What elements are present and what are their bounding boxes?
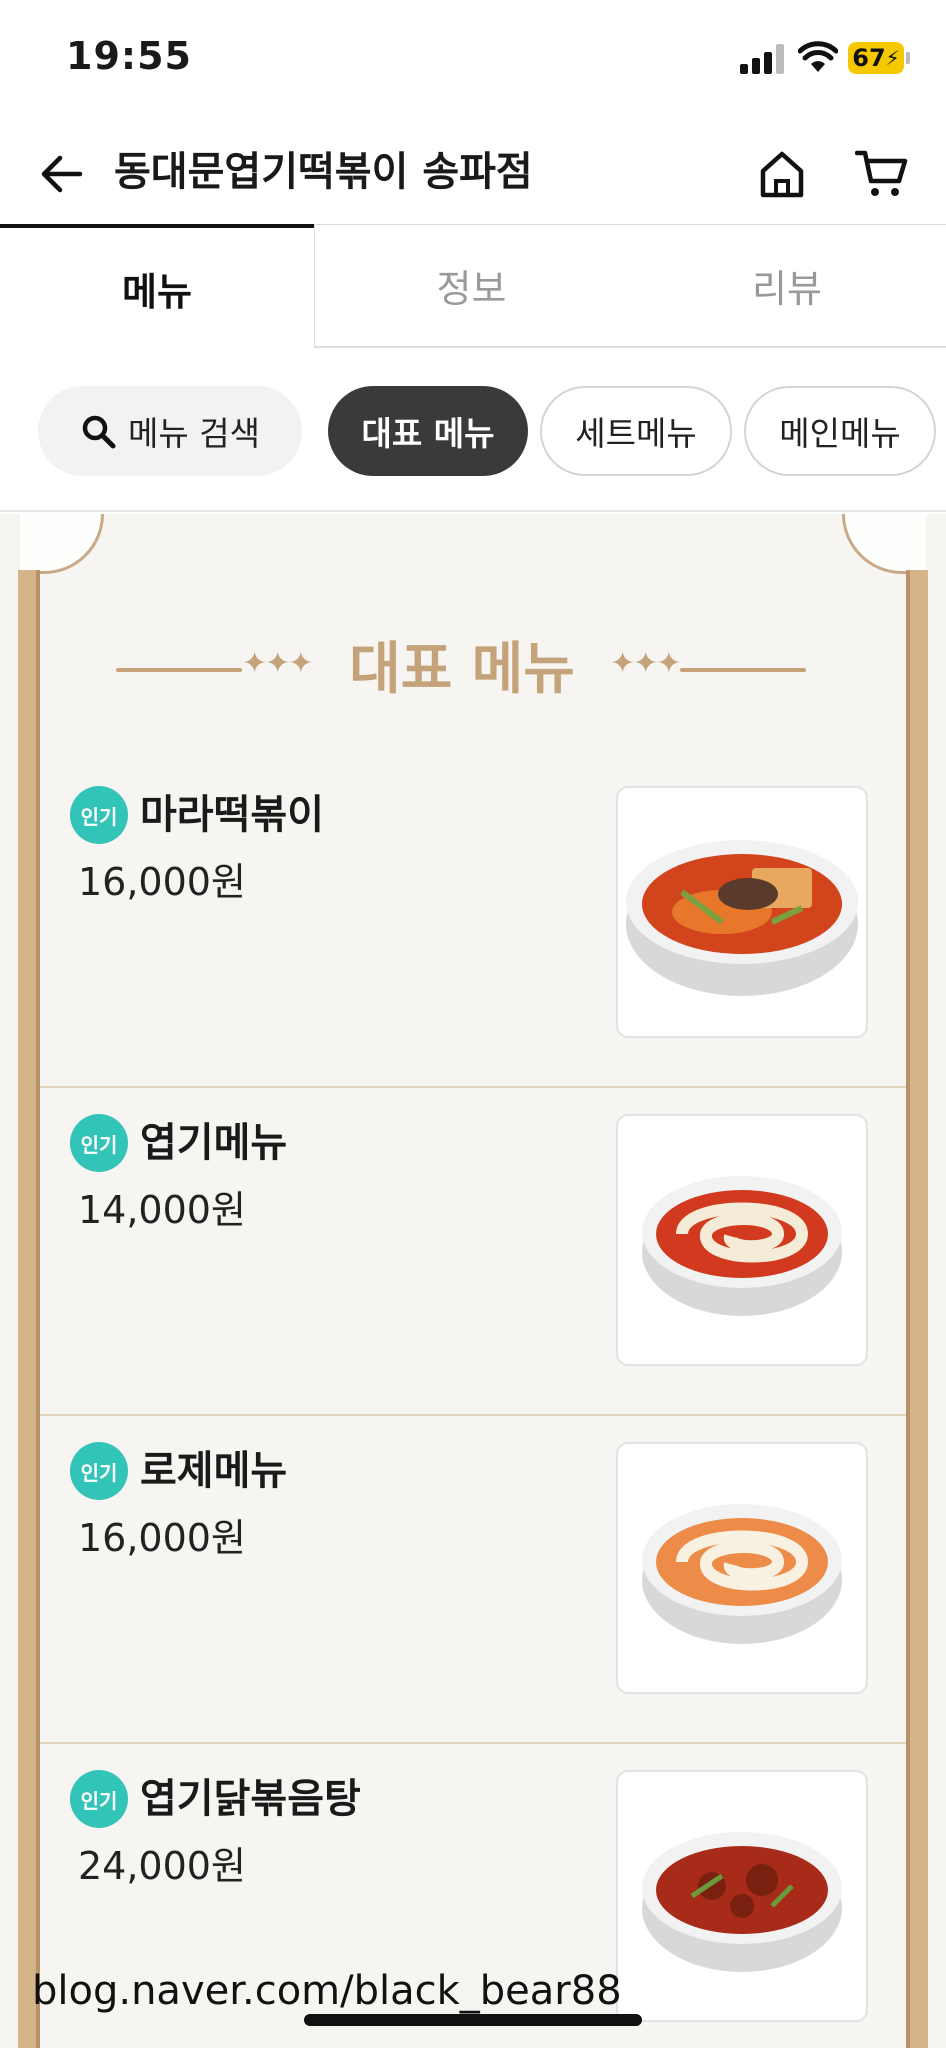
section-divider-left: [116, 668, 242, 672]
menu-search-label: 메뉴 검색: [128, 414, 260, 453]
board-frame-right: [906, 570, 928, 2048]
arrow-left-icon: [41, 155, 83, 193]
popular-badge: 인기: [70, 1770, 128, 1828]
category-chips: 메뉴 검색 대표 메뉴 세트메뉴 메인메뉴: [0, 348, 946, 512]
tab-bar: 메뉴 정보 리뷰: [0, 224, 946, 348]
home-indicator[interactable]: [304, 2014, 642, 2026]
food-bowl-image: [642, 1832, 842, 1972]
cart-icon: [855, 150, 908, 196]
search-icon: [82, 415, 116, 449]
menu-item-name: 로제메뉴: [140, 1448, 288, 1494]
chip-set-menu[interactable]: 세트메뉴: [540, 386, 732, 476]
menu-item-price: 14,000원: [78, 1188, 246, 1232]
food-bowl-image: [626, 840, 858, 996]
popular-badge: 인기: [70, 1442, 128, 1500]
menu-item-name: 엽기닭볶음탕: [140, 1776, 361, 1822]
menu-item-mala-tteokbokki[interactable]: 인기 마라떡볶이 16,000원: [40, 760, 906, 1088]
home-button[interactable]: [752, 144, 812, 204]
menu-item-name: 엽기메뉴: [140, 1120, 288, 1166]
cellular-signal-icon: [740, 44, 784, 74]
section-title: 대표 메뉴: [349, 637, 575, 702]
wifi-icon: [798, 41, 838, 72]
menu-item-yupgi-menu[interactable]: 인기 엽기메뉴 14,000원: [40, 1088, 906, 1416]
menu-search-button[interactable]: 메뉴 검색: [38, 386, 302, 476]
back-button[interactable]: [34, 146, 90, 202]
menu-item-price: 16,000원: [78, 1516, 246, 1560]
watermark-text: blog.naver.com/black_bear88: [32, 1968, 622, 2014]
status-bar: 19:55 67 ⚡: [0, 0, 946, 118]
cart-button[interactable]: [852, 144, 912, 204]
menu-item-photo[interactable]: [616, 1114, 868, 1366]
chip-main-menu[interactable]: 메인메뉴: [744, 386, 936, 476]
chip-representative-menu[interactable]: 대표 메뉴: [328, 386, 528, 476]
status-time: 19:55: [66, 34, 192, 78]
menu-item-name: 마라떡볶이: [140, 792, 324, 838]
menu-item-price: 24,000원: [78, 1844, 246, 1888]
menu-item-rose-menu[interactable]: 인기 로제메뉴 16,000원: [40, 1416, 906, 1744]
food-bowl-image: [642, 1176, 842, 1316]
popular-badge: 인기: [70, 1114, 128, 1172]
home-icon: [760, 151, 804, 198]
sparkle-icon: ✦✦✦: [610, 646, 681, 681]
menu-item-photo[interactable]: [616, 786, 868, 1038]
tab-info[interactable]: 정보: [314, 224, 628, 348]
tab-menu[interactable]: 메뉴: [0, 224, 314, 348]
section-divider-right: [680, 668, 806, 672]
menu-list: 인기 마라떡볶이 16,000원 인기 엽기메뉴 14,000원 인기 로제메뉴…: [40, 760, 906, 2048]
section-header: ✦✦✦ 대표 메뉴 ✦✦✦: [116, 630, 806, 710]
board-frame-left: [18, 570, 40, 2048]
battery-tip: [906, 52, 910, 64]
menu-item-price: 16,000원: [78, 860, 246, 904]
tab-review[interactable]: 리뷰: [628, 224, 946, 348]
store-header: 동대문엽기떡볶이 송파점: [0, 118, 946, 224]
sparkle-icon: ✦✦✦: [242, 646, 313, 681]
store-title: 동대문엽기떡볶이 송파점: [114, 149, 533, 195]
battery-icon: 67 ⚡: [848, 42, 904, 74]
battery-level: 67: [852, 44, 886, 72]
menu-item-photo[interactable]: [616, 1770, 868, 2022]
popular-badge: 인기: [70, 786, 128, 844]
menu-item-photo[interactable]: [616, 1442, 868, 1694]
food-bowl-image: [642, 1504, 842, 1644]
